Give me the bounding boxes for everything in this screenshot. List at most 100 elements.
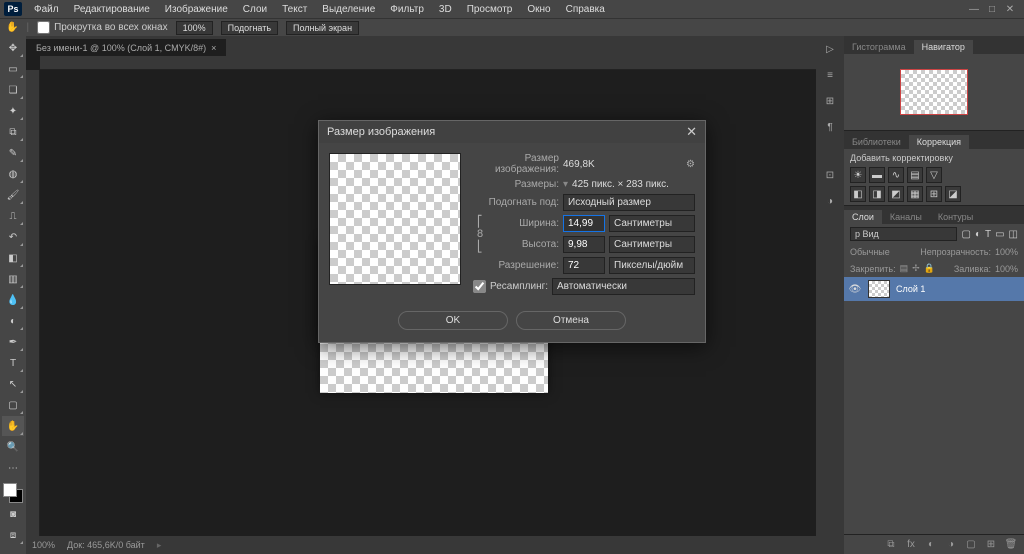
menu-text[interactable]: Текст bbox=[275, 2, 314, 17]
shape-tool[interactable]: ▢ bbox=[2, 395, 24, 415]
tab-layers[interactable]: Слои bbox=[844, 210, 882, 224]
blend-mode-select[interactable]: Обычные bbox=[850, 247, 916, 257]
marquee-tool[interactable]: ▭ bbox=[2, 59, 24, 79]
tab-channels[interactable]: Каналы bbox=[882, 210, 930, 224]
adj-vibrance[interactable]: ▽ bbox=[926, 167, 942, 183]
lock-pixels-icon[interactable]: ▤ bbox=[900, 263, 909, 274]
navigator-panel[interactable] bbox=[844, 54, 1024, 130]
fit-button[interactable]: Подогнать bbox=[221, 21, 278, 35]
gradient-tool[interactable]: ▥ bbox=[2, 269, 24, 289]
link-layers-icon[interactable]: ⧉ bbox=[884, 538, 898, 552]
adj-curves[interactable]: ∿ bbox=[888, 167, 904, 183]
adj-mixer[interactable]: ▦ bbox=[907, 186, 923, 202]
menu-window[interactable]: Окно bbox=[520, 2, 557, 17]
wand-tool[interactable]: ✦ bbox=[2, 101, 24, 121]
adj-bw[interactable]: ◨ bbox=[869, 186, 885, 202]
width-input[interactable] bbox=[563, 215, 605, 232]
char-panel-icon[interactable]: ⊞ bbox=[821, 92, 839, 110]
eraser-tool[interactable]: ◧ bbox=[2, 248, 24, 268]
actions-panel-icon[interactable]: ≡ bbox=[821, 66, 839, 84]
tab-libraries[interactable]: Библиотеки bbox=[844, 135, 909, 149]
cancel-button[interactable]: Отмена bbox=[516, 311, 626, 330]
scroll-all-checkbox[interactable]: Прокрутка во всех окнах bbox=[37, 21, 168, 34]
quickmask-toggle[interactable]: ◙ bbox=[2, 504, 24, 524]
menu-help[interactable]: Справка bbox=[559, 2, 612, 17]
menu-file[interactable]: Файл bbox=[27, 2, 66, 17]
filter-adj-icon[interactable]: ◐ bbox=[975, 229, 981, 240]
adj-invert[interactable]: ◪ bbox=[945, 186, 961, 202]
adj-levels[interactable]: ▬ bbox=[869, 167, 885, 183]
resample-checkbox[interactable] bbox=[473, 280, 486, 293]
path-tool[interactable]: ↖ bbox=[2, 374, 24, 394]
brush-tool[interactable]: 🖌 bbox=[2, 185, 24, 205]
resolution-input[interactable] bbox=[563, 257, 605, 274]
close-icon[interactable]: ✕ bbox=[686, 124, 697, 140]
zoom-tool[interactable]: 🔍 bbox=[2, 437, 24, 457]
layer-name-label[interactable]: Слой 1 bbox=[896, 284, 925, 294]
hand-tool[interactable]: ✋ bbox=[2, 416, 24, 436]
lasso-tool[interactable]: ❏ bbox=[2, 80, 24, 100]
move-tool[interactable]: ✥ bbox=[2, 38, 24, 58]
layer-visibility-icon[interactable]: 👁 bbox=[848, 284, 862, 295]
dialog-titlebar[interactable]: Размер изображения ✕ bbox=[319, 121, 705, 143]
menu-edit[interactable]: Редактирование bbox=[67, 2, 157, 17]
para-panel-icon[interactable]: ¶ bbox=[821, 118, 839, 136]
tab-paths[interactable]: Контуры bbox=[930, 210, 981, 224]
adj-brightness[interactable]: ☀ bbox=[850, 167, 866, 183]
fit-select[interactable]: Исходный размер bbox=[563, 194, 695, 211]
opacity-value[interactable]: 100% bbox=[995, 247, 1018, 257]
heal-tool[interactable]: ◍ bbox=[2, 164, 24, 184]
lock-position-icon[interactable]: ✢ bbox=[912, 263, 920, 274]
zoom-field[interactable]: 100% bbox=[176, 21, 213, 35]
screenmode-toggle[interactable]: ⧈ bbox=[2, 525, 24, 545]
pen-tool[interactable]: ✒ bbox=[2, 332, 24, 352]
group-icon[interactable]: ▢ bbox=[964, 538, 978, 552]
mask-icon[interactable]: ◐ bbox=[924, 538, 938, 552]
menu-filter[interactable]: Фильтр bbox=[383, 2, 431, 17]
adjustment-icon[interactable]: ◑ bbox=[944, 538, 958, 552]
blur-tool[interactable]: 💧 bbox=[2, 290, 24, 310]
delete-icon[interactable]: 🗑 bbox=[1004, 538, 1018, 552]
window-close-icon[interactable]: ✕ bbox=[1004, 3, 1016, 15]
gear-icon[interactable]: ⚙ bbox=[686, 159, 695, 170]
fx-icon[interactable]: fx bbox=[904, 538, 918, 552]
layer-thumbnail[interactable] bbox=[868, 280, 890, 298]
filter-img-icon[interactable]: ▢ bbox=[961, 229, 970, 240]
eyedropper-tool[interactable]: ✎ bbox=[2, 143, 24, 163]
layer-row[interactable]: 👁 Слой 1 bbox=[844, 277, 1024, 301]
resolution-unit-select[interactable]: Пикселы/дюйм bbox=[609, 257, 695, 274]
filter-txt-icon[interactable]: T bbox=[985, 229, 991, 240]
text-tool[interactable]: T bbox=[2, 353, 24, 373]
history-brush-tool[interactable]: ↶ bbox=[2, 227, 24, 247]
tab-navigator[interactable]: Навигатор bbox=[914, 40, 973, 54]
menu-view[interactable]: Просмотр bbox=[460, 2, 520, 17]
height-input[interactable] bbox=[563, 236, 605, 253]
menu-image[interactable]: Изображение bbox=[158, 2, 235, 17]
tab-adjustments[interactable]: Коррекция bbox=[909, 135, 969, 149]
window-minimize-icon[interactable]: — bbox=[968, 3, 980, 15]
menu-layers[interactable]: Слои bbox=[236, 2, 274, 17]
resample-select[interactable]: Автоматически bbox=[552, 278, 695, 295]
menu-select[interactable]: Выделение bbox=[315, 2, 382, 17]
new-layer-icon[interactable]: ⊞ bbox=[984, 538, 998, 552]
adj-photo[interactable]: ◩ bbox=[888, 186, 904, 202]
edit-toolbar[interactable]: ⋯ bbox=[2, 458, 24, 478]
dodge-tool[interactable]: ◐ bbox=[2, 311, 24, 331]
stamp-tool[interactable]: ⎍ bbox=[2, 206, 24, 226]
tab-histogram[interactable]: Гистограмма bbox=[844, 40, 914, 54]
crop-tool[interactable]: ⧉ bbox=[2, 122, 24, 142]
status-zoom[interactable]: 100% bbox=[32, 540, 55, 550]
swatches-panel-icon[interactable]: ⊡ bbox=[821, 166, 839, 184]
filter-shape-icon[interactable]: ▭ bbox=[995, 229, 1004, 240]
document-tab[interactable]: Без имени-1 @ 100% (Слой 1, CMYK/8#) × bbox=[26, 39, 226, 56]
window-maximize-icon[interactable]: □ bbox=[986, 3, 998, 15]
lock-all-icon[interactable]: 🔒 bbox=[924, 263, 935, 274]
filter-smart-icon[interactable]: ◫ bbox=[1009, 229, 1018, 240]
adj-exposure[interactable]: ▤ bbox=[907, 167, 923, 183]
history-panel-icon[interactable]: ▷ bbox=[821, 40, 839, 58]
navigator-thumbnail[interactable] bbox=[900, 69, 968, 115]
color-swatch[interactable] bbox=[3, 483, 23, 503]
menu-3d[interactable]: 3D bbox=[432, 2, 459, 17]
link-icon[interactable]: ⎡8⎣ bbox=[473, 215, 487, 253]
width-unit-select[interactable]: Сантиметры bbox=[609, 215, 695, 232]
